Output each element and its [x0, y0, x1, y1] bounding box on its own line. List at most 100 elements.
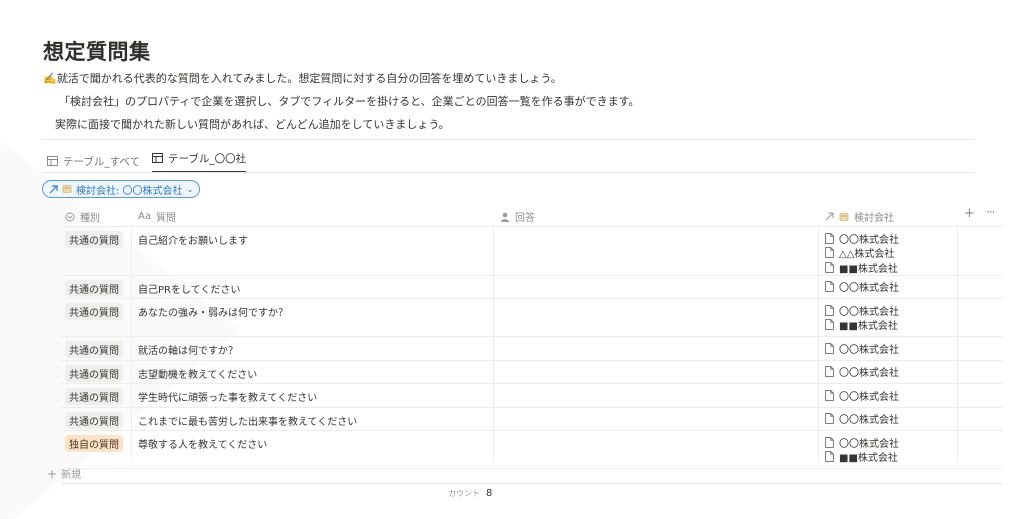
- table-row[interactable]: 共通の質問 就活の軸は何ですか？ 〇〇株式会社: [61, 336, 1003, 360]
- company-cell[interactable]: 〇〇株式会社: [825, 412, 899, 427]
- column-divider: [957, 226, 958, 461]
- company-name: 〇〇株式会社: [839, 438, 899, 450]
- view-tabs: テーブル_すべて テーブル_〇〇社: [47, 149, 258, 173]
- question-text[interactable]: 就活の軸は何ですか？: [138, 342, 238, 357]
- table-bottom-border: [61, 468, 1003, 469]
- type-tag[interactable]: 共通の質問: [65, 364, 123, 382]
- question-text[interactable]: 自己紹介をお願いします: [138, 232, 248, 247]
- answer-cell[interactable]: [501, 431, 811, 468]
- company-link[interactable]: ■■株式会社: [825, 318, 899, 333]
- company-cell[interactable]: 〇〇株式会社: [825, 388, 899, 403]
- column-header-question[interactable]: Aa 質問: [138, 209, 176, 224]
- answer-cell[interactable]: [501, 408, 811, 431]
- company-cell[interactable]: 〇〇株式会社: [825, 280, 899, 294]
- page-icon: [825, 436, 834, 448]
- company-name: ■■株式会社: [839, 321, 898, 333]
- company-link[interactable]: 〇〇株式会社: [825, 435, 899, 450]
- question-text[interactable]: これまでに最も苦労した出来事を教えてください: [138, 413, 357, 428]
- filter-label: 検討会社: 〇〇株式会社: [76, 185, 183, 197]
- company-link[interactable]: 〇〇株式会社: [825, 303, 899, 318]
- company-cell[interactable]: 〇〇株式会社 △△株式会社 ■■株式会社: [825, 231, 899, 275]
- add-property-icon[interactable]: +: [964, 206, 975, 221]
- column-header-company[interactable]: 検討会社: [825, 209, 894, 224]
- company-cell[interactable]: 〇〇株式会社: [825, 341, 899, 356]
- page-title: 想定質問集: [43, 40, 151, 64]
- answer-cell[interactable]: [501, 384, 811, 407]
- new-row-button[interactable]: + 新規: [47, 466, 82, 482]
- count-label: カウント: [448, 489, 480, 498]
- company-link[interactable]: ■■株式会社: [825, 450, 899, 464]
- company-name: △△株式会社: [839, 249, 895, 261]
- answer-cell[interactable]: [501, 276, 811, 299]
- type-tag[interactable]: 独自の質問: [65, 435, 123, 452]
- answer-cell[interactable]: [501, 361, 811, 384]
- row-count[interactable]: カウント 8: [448, 488, 492, 499]
- company-link[interactable]: ■■株式会社: [825, 260, 899, 275]
- tabs-divider: [43, 172, 973, 173]
- description-line-3: 実際に面接で聞かれた新しい質問があれば、どんどん追加をしていきましょう。: [55, 118, 450, 131]
- footer-divider: [61, 483, 1003, 484]
- tab-table-company[interactable]: テーブル_〇〇社: [151, 149, 247, 173]
- company-link[interactable]: 〇〇株式会社: [825, 365, 899, 379]
- type-tag[interactable]: 共通の質問: [65, 411, 123, 429]
- relation-arrow-icon: [49, 184, 58, 193]
- answer-cell[interactable]: [501, 337, 811, 360]
- question-text[interactable]: 尊敬する人を教えてください: [138, 436, 267, 451]
- column-header-answer[interactable]: 回答: [500, 209, 535, 224]
- company-link[interactable]: 〇〇株式会社: [825, 231, 899, 246]
- type-tag[interactable]: 共通の質問: [65, 279, 123, 297]
- company-name: 〇〇株式会社: [839, 234, 899, 246]
- table-row[interactable]: 共通の質問 自己紹介をお願いします 〇〇株式会社 △△株式会社 ■■株式会社: [61, 226, 1003, 275]
- company-name: 〇〇株式会社: [839, 415, 899, 427]
- table-row[interactable]: 共通の質問 これまでに最も苦労した出来事を教えてください 〇〇株式会社: [61, 406, 1003, 431]
- column-divider: [131, 226, 132, 461]
- count-value: 8: [486, 488, 493, 499]
- company-link[interactable]: △△株式会社: [825, 246, 899, 261]
- questions-table: 種別 Aa 質問 回答 検討会社 + ··· 共通の質問 自己紹介をお願いします〇…: [61, 204, 1003, 469]
- page-icon: [825, 281, 834, 293]
- answer-cell[interactable]: [501, 299, 811, 336]
- question-text[interactable]: 自己PRをしてください: [138, 281, 240, 296]
- table-icon: [47, 156, 58, 166]
- company-link[interactable]: 〇〇株式会社: [825, 412, 899, 427]
- company-filter-chip[interactable]: 検討会社: 〇〇株式会社 ⌄: [42, 180, 201, 198]
- type-tag[interactable]: 共通の質問: [65, 231, 123, 248]
- company-cell[interactable]: 〇〇株式会社 ■■株式会社: [825, 303, 899, 332]
- type-tag[interactable]: 共通の質問: [65, 341, 123, 358]
- more-options-icon[interactable]: ···: [986, 205, 996, 219]
- table-row[interactable]: 独自の質問 尊敬する人を教えてください 〇〇株式会社 ■■株式会社: [61, 430, 1003, 468]
- tab-table-all[interactable]: テーブル_すべて: [47, 149, 140, 173]
- column-header-label: 回答: [515, 213, 535, 224]
- company-link[interactable]: 〇〇株式会社: [825, 388, 899, 403]
- question-text[interactable]: あなたの強み・弱みは何ですか？: [138, 304, 288, 319]
- table-row[interactable]: 共通の質問 あなたの強み・弱みは何ですか？ 〇〇株式会社 ■■株式会社: [61, 298, 1003, 336]
- column-divider: [493, 226, 494, 461]
- description-line-1: ✍️就活で聞かれる代表的な質問を入れてみました。想定質問に対する自分の回答を埋め…: [43, 70, 562, 86]
- text-property-icon: Aa: [138, 211, 151, 222]
- header-divider: [43, 139, 973, 140]
- column-header-type[interactable]: 種別: [65, 209, 100, 224]
- page-icon: [825, 261, 834, 273]
- writing-hand-icon: ✍️: [43, 72, 57, 85]
- question-text[interactable]: 志望動機を教えてください: [138, 366, 257, 381]
- tab-label: テーブル_〇〇社: [167, 152, 247, 165]
- answer-cell[interactable]: [501, 227, 811, 275]
- company-link[interactable]: 〇〇株式会社: [825, 280, 899, 294]
- column-header-label: 種別: [80, 213, 100, 224]
- tab-label: テーブル_すべて: [63, 155, 140, 168]
- table-row[interactable]: 共通の質問 学生時代に頑張った事を教えてください 〇〇株式会社: [61, 383, 1003, 407]
- type-tag[interactable]: 共通の質問: [65, 388, 123, 405]
- company-link[interactable]: 〇〇株式会社: [825, 341, 899, 356]
- page-icon: [825, 413, 834, 425]
- type-tag[interactable]: 共通の質問: [65, 303, 123, 320]
- question-text[interactable]: 学生時代に頑張った事を教えてください: [138, 389, 317, 404]
- new-row-label: 新規: [61, 470, 82, 481]
- company-cell[interactable]: 〇〇株式会社 ■■株式会社: [825, 435, 899, 464]
- company-cell[interactable]: 〇〇株式会社: [825, 365, 899, 379]
- table-row[interactable]: 共通の質問 志望動機を教えてください 〇〇株式会社: [61, 359, 1003, 384]
- column-divider: [818, 226, 819, 461]
- table-row[interactable]: 共通の質問 自己PRをしてください 〇〇株式会社: [61, 274, 1003, 299]
- table-icon: [151, 153, 163, 163]
- table-header: 種別 Aa 質問 回答 検討会社 + ···: [61, 204, 1003, 226]
- relation-arrow-icon: [825, 212, 834, 221]
